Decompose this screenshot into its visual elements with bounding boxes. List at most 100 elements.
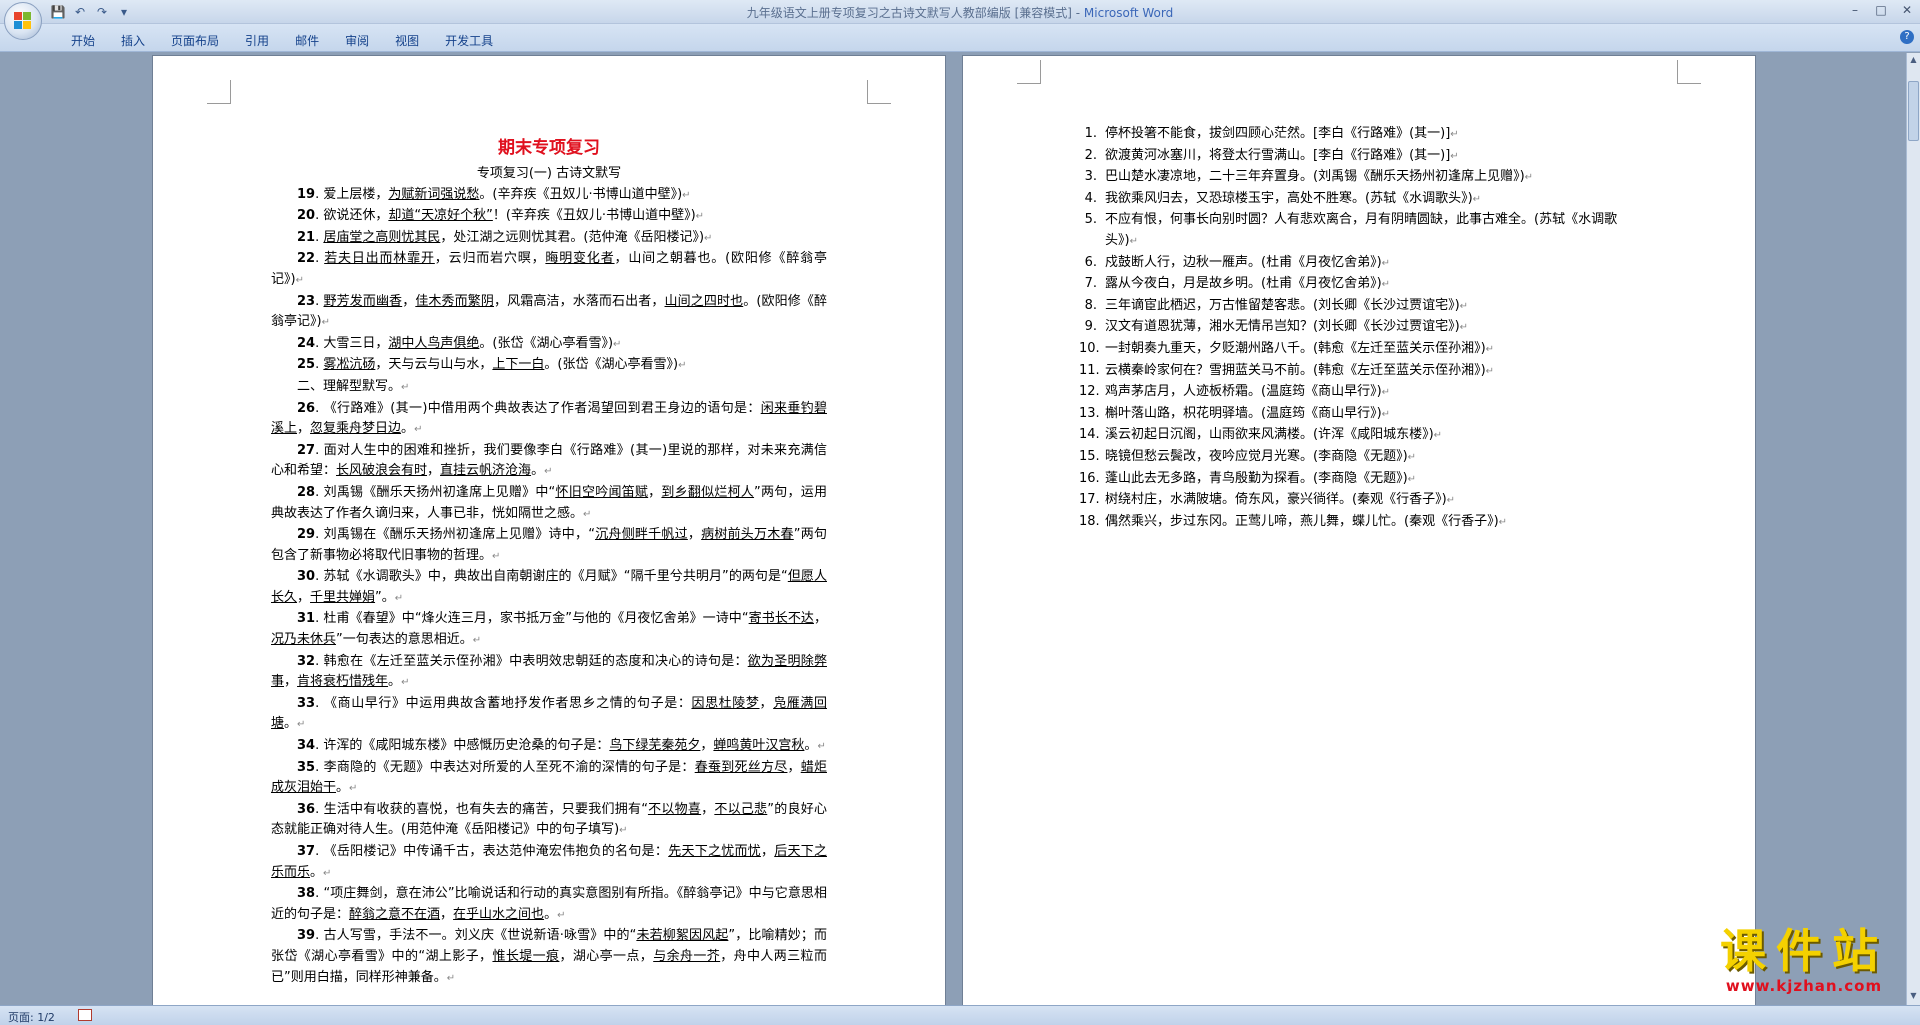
answer-text: 肯将衰朽惜残年 [297, 674, 389, 690]
tab-7[interactable]: 开发工具 [432, 29, 506, 52]
paragraph-mark-icon: ↵ [1446, 495, 1456, 507]
paragraph-mark-icon: ↵ [295, 274, 304, 286]
item-number: 9 [1079, 317, 1097, 338]
question-number: 25 [297, 357, 316, 373]
paragraph-mark-icon: ↵ [1381, 387, 1391, 399]
question-item: 24. 大雪三日，湖中人鸟声俱绝。(张岱《湖心亭看雪》)↵ [297, 335, 622, 351]
question-text: 。 [544, 906, 558, 922]
page-1[interactable]: 期末专项复习 专项复习(一) 古诗文默写 19. 爱上层楼，为赋新词强说愁。(辛… [152, 55, 946, 1005]
question-text: ， [440, 906, 454, 922]
question-number: 27 [297, 442, 316, 458]
question-text: ， [297, 421, 311, 437]
item-number: 3 [1079, 167, 1097, 188]
paragraph-mark-icon: ↵ [1498, 516, 1508, 528]
paragraph-mark-icon: ↵ [321, 317, 330, 329]
document-subtitle: 专项复习(一) 古诗文默写 [476, 166, 622, 181]
question-text: 。 [310, 864, 324, 880]
question-text: 李商隐的《无题》中表达对所爱的人至死不渝的深情的句子是： [323, 759, 695, 775]
help-icon[interactable]: ? [1900, 30, 1914, 44]
answer-text: 却道“天凉好个秋” [388, 208, 493, 224]
item-text: 三年谪宦此栖迟，万古惟留楚客悲。(刘长卿《长沙过贾谊宅》)↵ [1105, 297, 1469, 313]
tab-2[interactable]: 页面布局 [158, 29, 232, 52]
question-number: 28 [297, 484, 316, 500]
item-text: 溪云初起日沉阁，山雨欲来风满楼。(许浑《咸阳城东楼》)↵ [1105, 427, 1443, 443]
tab-6[interactable]: 视图 [382, 29, 432, 52]
tab-4[interactable]: 邮件 [282, 29, 332, 52]
item-number: 17 [1079, 490, 1097, 511]
proofing-icon[interactable] [78, 1009, 92, 1021]
close-icon[interactable]: ✕ [1894, 0, 1920, 20]
paragraph-mark-icon: ↵ [1459, 300, 1469, 312]
paragraph-mark-icon: ↵ [1381, 408, 1391, 420]
question-number: 21 [297, 229, 316, 245]
answer-text: 寄书长不达 [748, 611, 814, 627]
question-text: ， [787, 759, 801, 775]
paragraph-mark-icon: ↵ [401, 381, 410, 393]
question-item: 23. 野芳发而幽香，佳木秀而繁阴，风霜高洁，水落而石出者，山间之四时也。(欧阳… [271, 293, 827, 330]
paragraph-mark-icon: ↵ [557, 909, 566, 921]
answer-text: 不以己悲 [714, 801, 768, 817]
question-number: 36 [297, 801, 316, 817]
tab-1[interactable]: 插入 [108, 29, 158, 52]
margin-mark [207, 80, 231, 104]
tab-5[interactable]: 审阅 [332, 29, 382, 52]
question-text: 杜甫《春望》中“烽火连三月，家书抵万金”与他的《月夜忆舍弟》一诗中“ [323, 611, 749, 627]
question-text: 许浑的《咸阳城东楼》中感慨历史沧桑的句子是： [323, 738, 610, 754]
question-number: 20 [297, 208, 316, 224]
question-text: 苏轼《水调歌头》中，典故出自南朝谢庄的《月赋》“隔千里兮共明月”的两句是“ [323, 569, 788, 585]
page-1-content: 期末专项复习 专项复习(一) 古诗文默写 19. 爱上层楼，为赋新词强说愁。(辛… [271, 134, 827, 989]
paragraph-mark-icon: ↵ [472, 635, 482, 647]
answer-text: 若夫日出而林霏开 [324, 251, 435, 267]
page-2[interactable]: 1 停杯投箸不能食，拔剑四顾心茫然。[李白《行路难》(其一)]↵ 2 欲渡黄河冰塞川，… [962, 55, 1756, 1005]
paragraph-mark-icon: ↵ [1433, 430, 1443, 442]
paragraph-mark-icon: ↵ [695, 211, 705, 223]
answer-text: 因思杜陵梦 [691, 695, 760, 711]
item-number: 2 [1079, 146, 1097, 167]
item-text: 汉文有道恩犹薄，湘水无情吊岂知？(刘长卿《长沙过贾谊宅》)↵ [1105, 319, 1469, 335]
question-text: ，湖心亭一点， [559, 948, 654, 964]
page-indicator[interactable]: 页面: 1/2 [8, 1009, 55, 1025]
app-name: Microsoft Word [1083, 6, 1174, 20]
paragraph-mark-icon: ↵ [446, 972, 456, 984]
tab-0[interactable]: 开始 [58, 29, 108, 52]
question-item: 二、理解型默写。↵ [271, 377, 827, 399]
office-button[interactable] [4, 2, 42, 40]
paragraph-mark-icon: ↵ [1407, 473, 1417, 485]
answer-text: 未若柳絮因风起 [636, 928, 729, 944]
scroll-thumb[interactable] [1908, 81, 1919, 141]
item-number: 14 [1079, 425, 1097, 446]
paragraph-mark-icon: ↵ [1524, 172, 1534, 184]
maximize-icon[interactable]: □ [1868, 0, 1894, 20]
document-name: 九年级语文上册专项复习之古诗文默写人教部编版 [兼容模式] - [746, 6, 1084, 20]
vertical-scrollbar[interactable]: ▲ ▼ [1906, 53, 1920, 1005]
paragraph-mark-icon: ↵ [401, 677, 410, 689]
paragraph-mark-icon: ↵ [1450, 129, 1459, 140]
question-number: 35 [297, 759, 316, 775]
question-number: 29 [297, 527, 316, 543]
answer-text: 鸟下绿芜秦苑夕 [609, 738, 701, 754]
list-item: 5 不应有恨，何事长向别时圆？人有悲欢离合，月有阴晴圆缺，此事古难全。(苏轼《水调… [1079, 210, 1645, 252]
ribbon-tabs: 开始 插入 页面布局 引用 邮件 审阅 视图 开发工具 [58, 29, 506, 52]
question-text: 。 [336, 780, 350, 796]
question-text: ， [648, 484, 662, 500]
question-text: 大雪三日， [323, 335, 389, 351]
item-text: 欲渡黄河冰塞川，将登太行雪满山。[李白《行路难》(其一)]↵ [1105, 147, 1459, 163]
answer-text: 野芳发而幽香 [323, 293, 403, 309]
item-number: 6 [1079, 253, 1097, 274]
paragraph-mark-icon: ↵ [817, 741, 826, 753]
tab-3[interactable]: 引用 [232, 29, 282, 52]
item-number: 8 [1079, 296, 1097, 317]
question-text: ，风霜高洁，水落而石出者， [494, 293, 665, 309]
paragraph-mark-icon: ↵ [1472, 193, 1482, 205]
margin-mark [1677, 60, 1701, 84]
item-number: 15 [1079, 447, 1097, 468]
question-text: 《商山早行》中运用典故含蓄地抒发作者思乡之情的句子是： [323, 695, 692, 711]
question-text: 刘禹锡《酬乐天扬州初逢席上见赠》中“ [323, 484, 556, 500]
scroll-down-icon[interactable]: ▼ [1908, 991, 1919, 1003]
answer-text: 直挂云帆济沧海 [440, 463, 532, 479]
scroll-up-icon[interactable]: ▲ [1908, 55, 1919, 67]
paragraph-mark-icon: ↵ [1485, 365, 1495, 377]
question-number: 37 [297, 844, 316, 859]
document-title: 期末专项复习 [498, 138, 600, 158]
minimize-icon[interactable]: – [1842, 0, 1868, 20]
